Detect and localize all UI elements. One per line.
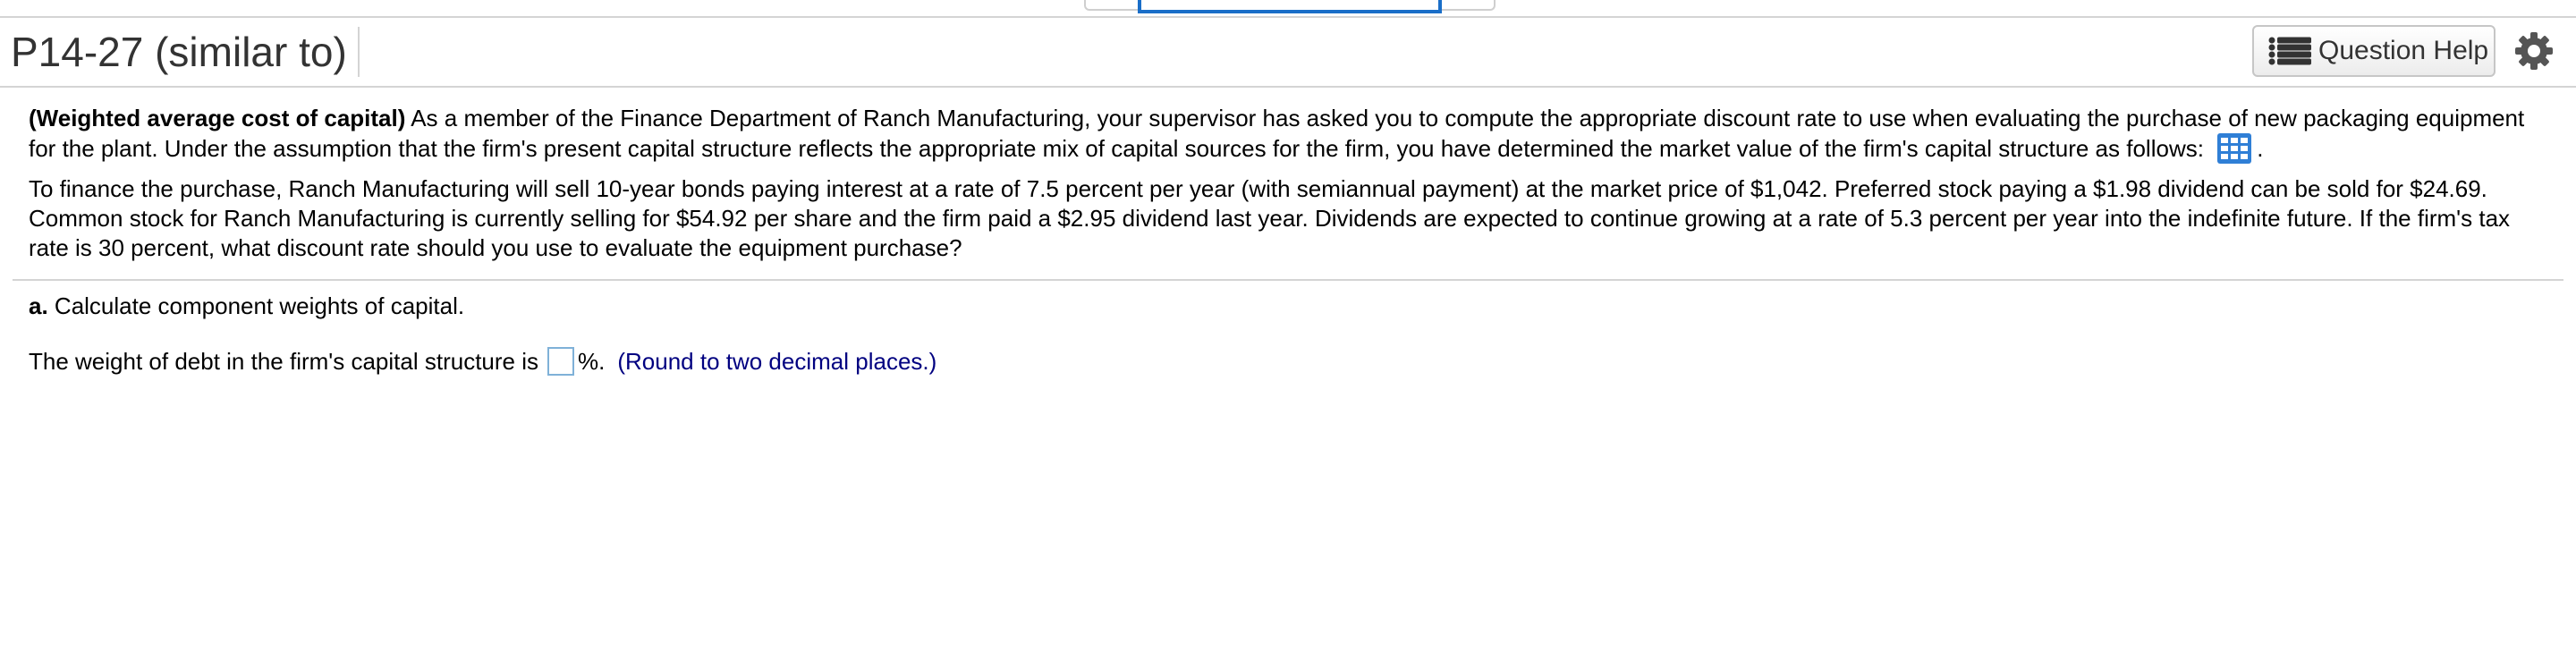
page-title: P14-27 (similar to)	[11, 27, 360, 77]
question-prefix: The weight of debt in the firm's capital…	[29, 348, 538, 375]
part-a-text: Calculate component weights of capital.	[54, 292, 465, 319]
debt-weight-question: The weight of debt in the firm's capital…	[29, 345, 936, 377]
part-a-heading: a. Calculate component weights of capita…	[29, 292, 464, 320]
question-help-label: Question Help	[2318, 36, 2489, 65]
question-help-button[interactable]: Question Help	[2252, 25, 2496, 77]
problem-intro-period: .	[2257, 135, 2264, 162]
question-suffix: %.	[578, 348, 606, 375]
top-tab-active[interactable]	[1138, 0, 1442, 13]
question-header: P14-27 (similar to) Question Help	[0, 18, 2576, 88]
problem-topic: (Weighted average cost of capital)	[29, 105, 406, 131]
section-divider	[13, 279, 2563, 281]
table-grid-icon[interactable]	[2217, 133, 2252, 164]
part-a-letter: a.	[29, 292, 48, 319]
problem-details: To finance the purchase, Ranch Manufactu…	[29, 175, 2511, 261]
debt-weight-input[interactable]	[547, 347, 574, 376]
list-icon	[2268, 37, 2311, 65]
gear-icon[interactable]	[2513, 30, 2555, 72]
rounding-hint: (Round to two decimal places.)	[617, 348, 937, 375]
problem-statement: (Weighted average cost of capital) As a …	[29, 104, 2549, 263]
problem-intro: (Weighted average cost of capital) As a …	[29, 104, 2549, 164]
